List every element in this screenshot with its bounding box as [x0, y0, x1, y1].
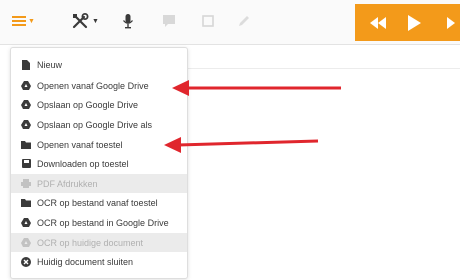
close-circle-icon — [21, 256, 31, 267]
google-drive-icon — [21, 120, 31, 130]
rewind-icon — [370, 16, 386, 29]
menu-item-save-google-drive[interactable]: Opslaan op Google Drive — [11, 95, 187, 114]
folder-icon — [21, 198, 31, 208]
chevron-down-icon: ▼ — [28, 17, 35, 25]
box-button[interactable] — [201, 6, 215, 36]
menu-item-ocr-google-drive[interactable]: OCR op bestand in Google Drive — [11, 213, 187, 232]
menu-item-label: Huidig document sluiten — [37, 256, 134, 267]
menu-item-open-device[interactable]: Openen vanaf toestel — [11, 135, 187, 154]
menu-item-label: PDF Afdrukken — [37, 178, 98, 189]
player-controls — [355, 4, 460, 41]
tools-icon — [72, 13, 89, 29]
folder-icon — [21, 140, 31, 150]
menu-item-label: Openen vanaf Google Drive — [37, 80, 149, 91]
pencil-icon — [239, 16, 249, 26]
menu-item-label: OCR op huidige document — [37, 237, 144, 248]
menu-item-label: OCR op bestand in Google Drive — [37, 217, 169, 228]
menu-item-close-document[interactable]: Huidig document sluiten — [11, 252, 187, 271]
comment-icon — [163, 15, 175, 27]
menu-item-label: Openen vanaf toestel — [37, 139, 123, 150]
menu-item-download-device[interactable]: Downloaden op toestel — [11, 154, 187, 173]
menu-item-label: Opslaan op Google Drive — [37, 99, 139, 110]
menu-item-label: Nieuw — [37, 59, 63, 70]
annotation-arrow-icon — [172, 80, 341, 96]
forward-button[interactable] — [445, 4, 460, 41]
google-drive-icon — [21, 81, 31, 91]
toolbar: ▼ ▼ — [0, 0, 460, 45]
save-icon — [21, 159, 31, 169]
main-dropdown-menu: Nieuw Openen vanaf Google Drive Opslaan … — [10, 47, 188, 279]
play-icon — [408, 14, 421, 31]
edit-button[interactable] — [237, 6, 251, 36]
menu-item-ocr-device[interactable]: OCR op bestand vanaf toestel — [11, 193, 187, 212]
rewind-button[interactable] — [363, 4, 393, 41]
menu-item-save-google-drive-as[interactable]: Opslaan op Google Drive als — [11, 115, 187, 134]
annotation-arrow-icon — [164, 137, 319, 153]
google-drive-icon — [21, 100, 31, 110]
menu-item-print-pdf: PDF Afdrukken — [11, 174, 187, 193]
google-drive-icon — [21, 238, 31, 248]
tools-menu-button[interactable]: ▼ — [72, 6, 99, 36]
menu-item-label: Opslaan op Google Drive als — [37, 119, 153, 130]
menu-item-label: Downloaden op toestel — [37, 158, 129, 169]
menu-item-new[interactable]: Nieuw — [11, 55, 187, 74]
comment-button[interactable] — [162, 6, 176, 36]
forward-icon — [446, 16, 455, 29]
document-area-divider — [188, 68, 460, 69]
play-button[interactable] — [403, 4, 425, 41]
google-drive-icon — [21, 218, 31, 228]
hamburger-icon — [12, 16, 26, 26]
microphone-button[interactable] — [122, 6, 134, 36]
square-icon — [202, 15, 214, 27]
chevron-down-icon: ▼ — [92, 17, 99, 25]
main-menu-button[interactable]: ▼ — [12, 6, 35, 36]
menu-item-label: OCR op bestand vanaf toestel — [37, 197, 158, 208]
menu-item-open-google-drive[interactable]: Openen vanaf Google Drive — [11, 76, 187, 95]
print-icon — [21, 179, 31, 189]
file-icon — [21, 59, 31, 70]
microphone-icon — [122, 14, 134, 29]
menu-item-ocr-current: OCR op huidige document — [11, 233, 187, 252]
